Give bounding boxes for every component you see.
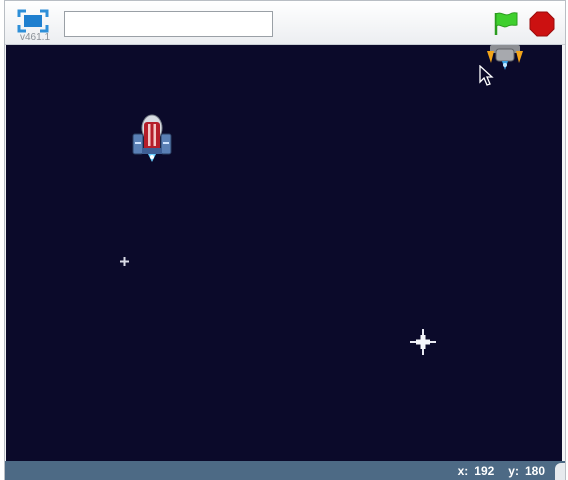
player-window: v461.1 x: 192 y: 180 <box>4 0 566 480</box>
y-value: 180 <box>524 464 545 478</box>
y-label: y: <box>508 464 519 478</box>
x-value: 192 <box>474 464 495 478</box>
game-stage[interactable] <box>6 45 562 461</box>
x-coordinate: x: 192 <box>458 464 495 478</box>
corner-resize-tab[interactable] <box>555 463 565 480</box>
x-label: x: <box>457 464 469 478</box>
fullscreen-icon <box>17 9 49 33</box>
version-label: v461.1 <box>20 32 51 43</box>
status-bar: x: 192 y: 180 <box>5 461 565 480</box>
green-flag-icon <box>494 12 518 35</box>
stop-button[interactable] <box>528 10 556 38</box>
project-title-input[interactable] <box>64 11 273 37</box>
large-star <box>410 329 436 355</box>
stop-icon <box>529 11 555 37</box>
y-coordinate: y: 180 <box>508 464 545 478</box>
small-star <box>120 257 129 266</box>
fullscreen-button[interactable] <box>17 9 49 33</box>
player-ship-sprite <box>132 114 172 162</box>
player-toolbar: v461.1 <box>5 1 565 45</box>
mouse-cursor-icon <box>479 65 494 86</box>
green-flag-button[interactable] <box>491 10 519 36</box>
mouse-coordinates: x: 192 y: 180 <box>458 464 545 478</box>
